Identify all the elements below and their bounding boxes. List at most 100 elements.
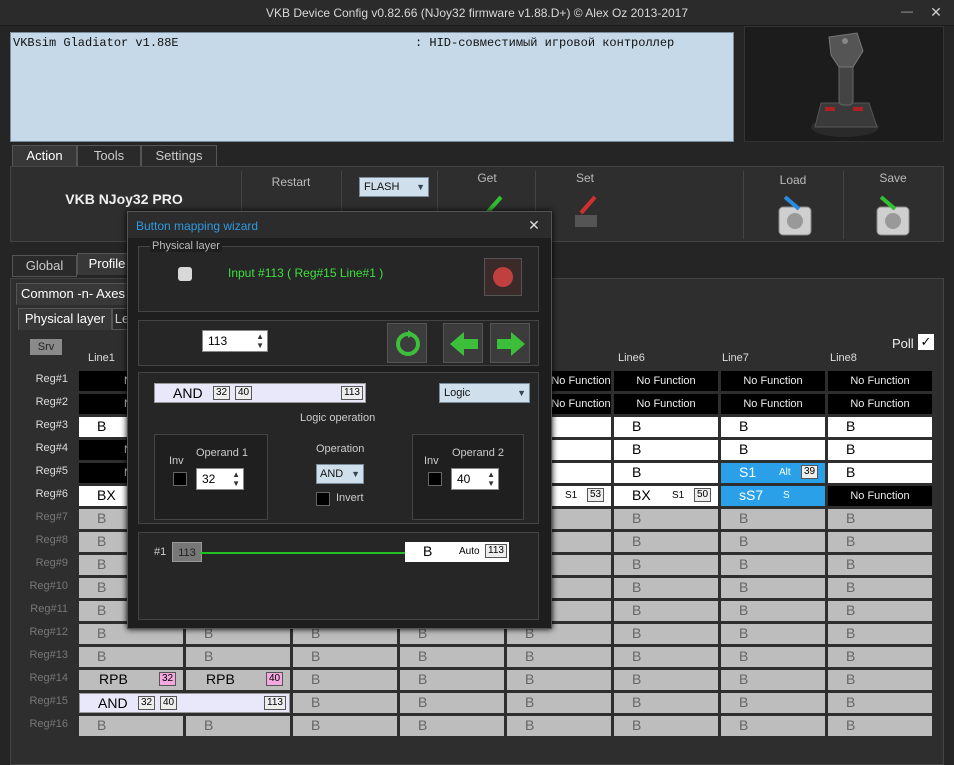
grid-cell-button[interactable]: B	[79, 647, 183, 667]
grid-cell-button[interactable]: B	[828, 716, 932, 736]
restart-button[interactable]: Restart	[251, 175, 331, 189]
next-button[interactable]	[490, 323, 530, 363]
operand1-spinner[interactable]: 32 ▲ ▼	[196, 468, 244, 490]
refresh-button[interactable]	[387, 323, 427, 363]
grid-cell-button[interactable]: B	[828, 601, 932, 621]
grid-cell-button[interactable]: B	[828, 624, 932, 644]
grid-cell-button[interactable]: B	[828, 417, 932, 437]
grid-cell-button[interactable]: B	[721, 440, 825, 460]
minimize-button[interactable]: —	[898, 4, 916, 20]
grid-cell-no-function[interactable]: No Function	[828, 486, 932, 506]
grid-cell-button[interactable]: B	[186, 647, 290, 667]
grid-cell-rpb[interactable]: RPB 32	[79, 670, 183, 690]
grid-cell-button[interactable]: B	[293, 670, 397, 690]
grid-cell-button[interactable]: B	[614, 532, 718, 552]
invert-checkbox[interactable]	[316, 492, 330, 506]
grid-cell-no-function[interactable]: No Function	[551, 371, 611, 391]
flash-select[interactable]: FLASH ▼	[359, 177, 429, 197]
grid-cell-button[interactable]: B	[721, 601, 825, 621]
grid-cell-button[interactable]: B	[400, 716, 504, 736]
grid-cell-button[interactable]: B	[293, 693, 397, 713]
grid-cell-button[interactable]	[551, 440, 611, 460]
grid-cell-button[interactable]: B	[828, 463, 932, 483]
close-button[interactable]: ✕	[926, 4, 946, 20]
grid-cell-button[interactable]: B	[400, 670, 504, 690]
grid-cell-button[interactable]: B	[828, 440, 932, 460]
grid-cell-button[interactable]: B	[828, 555, 932, 575]
tab-settings[interactable]: Settings	[141, 145, 217, 167]
grid-cell-button[interactable]: B	[828, 647, 932, 667]
grid-cell-s1-alt[interactable]: S1 Alt 39	[721, 463, 825, 483]
grid-cell-bx[interactable]: BX S1 50	[614, 486, 718, 506]
tab-action[interactable]: Action	[12, 145, 77, 167]
tab-global[interactable]: Global	[12, 255, 77, 277]
grid-cell-and[interactable]: AND 32 40 113	[79, 693, 290, 713]
grid-cell-no-function[interactable]: No Function	[614, 371, 718, 391]
grid-cell-button[interactable]: B	[507, 670, 611, 690]
get-button[interactable]: Get	[447, 171, 527, 185]
grid-cell-button[interactable]: B	[614, 601, 718, 621]
physical-input-checkbox[interactable]	[178, 267, 192, 281]
dialog-close-button[interactable]: ✕	[524, 217, 544, 233]
grid-cell-button[interactable]: B	[614, 417, 718, 437]
grid-cell-button[interactable]: B	[614, 693, 718, 713]
grid-cell-button[interactable]: B	[614, 716, 718, 736]
grid-cell-ss7[interactable]: sS7 S	[721, 486, 825, 506]
mapping-output-cell[interactable]: B Auto 113	[405, 542, 509, 562]
operand1-inv-checkbox[interactable]	[173, 472, 187, 486]
grid-cell-button[interactable]: B	[828, 693, 932, 713]
poll-checkbox[interactable]: ✓	[918, 334, 934, 350]
set-button[interactable]: Set	[545, 171, 625, 185]
grid-cell-button[interactable]: B	[721, 693, 825, 713]
grid-cell-button[interactable]	[551, 417, 611, 437]
grid-cell-button[interactable]: B	[614, 578, 718, 598]
grid-cell-button[interactable]: B	[828, 532, 932, 552]
grid-cell-button[interactable]: B	[721, 555, 825, 575]
grid-cell-button[interactable]: B	[721, 670, 825, 690]
grid-cell-button[interactable]: B	[721, 532, 825, 552]
tab-tools[interactable]: Tools	[77, 145, 141, 167]
grid-cell-button[interactable]: B	[614, 670, 718, 690]
grid-cell-button[interactable]: B	[614, 440, 718, 460]
grid-cell-button[interactable]: B	[721, 417, 825, 437]
grid-cell-button[interactable]: B	[828, 509, 932, 529]
grid-cell-button[interactable]: B	[614, 555, 718, 575]
operation-select[interactable]: AND ▼	[316, 464, 364, 484]
grid-cell-button[interactable]: B	[614, 509, 718, 529]
grid-cell-button[interactable]: B	[828, 670, 932, 690]
srv-button[interactable]: Srv	[30, 339, 62, 355]
grid-cell-button[interactable]: B	[79, 716, 183, 736]
grid-cell-no-function[interactable]: No Function	[721, 394, 825, 414]
operand2-inv-checkbox[interactable]	[428, 472, 442, 486]
load-button[interactable]: Load	[753, 173, 833, 187]
grid-cell-no-function[interactable]: No Function	[551, 394, 611, 414]
grid-cell-button[interactable]: B	[400, 693, 504, 713]
previous-button[interactable]	[443, 323, 483, 363]
save-button[interactable]: Save	[853, 171, 933, 185]
grid-cell-button[interactable]: B	[614, 647, 718, 667]
grid-cell-button[interactable]	[551, 463, 611, 483]
tab-common-axes[interactable]: Common -n- Axes	[16, 283, 128, 305]
grid-cell-button[interactable]: B	[828, 578, 932, 598]
grid-cell-button[interactable]: B	[507, 647, 611, 667]
grid-cell-button[interactable]: B	[186, 716, 290, 736]
grid-cell-no-function[interactable]: No Function	[828, 371, 932, 391]
grid-cell-button[interactable]: B	[721, 647, 825, 667]
tab-physical-layer[interactable]: Physical layer	[18, 308, 112, 330]
grid-cell-no-function[interactable]: No Function	[614, 394, 718, 414]
grid-cell-button[interactable]: B	[721, 716, 825, 736]
grid-cell-button[interactable]: B	[614, 463, 718, 483]
grid-cell-button[interactable]: B	[721, 578, 825, 598]
grid-cell-button[interactable]: B	[293, 647, 397, 667]
logic-select[interactable]: Logic ▼	[439, 383, 530, 403]
grid-cell-button[interactable]: B	[721, 624, 825, 644]
grid-cell-button[interactable]: B	[507, 693, 611, 713]
record-button[interactable]	[484, 258, 522, 296]
grid-cell-no-function[interactable]: No Function	[721, 371, 825, 391]
input-number-spinner[interactable]: 113 ▲ ▼	[202, 330, 268, 352]
grid-cell-no-function[interactable]: No Function	[828, 394, 932, 414]
grid-cell-button[interactable]: B	[721, 509, 825, 529]
grid-cell-button[interactable]: B	[507, 716, 611, 736]
grid-cell-button[interactable]: B	[293, 716, 397, 736]
grid-cell-button[interactable]: B	[400, 647, 504, 667]
